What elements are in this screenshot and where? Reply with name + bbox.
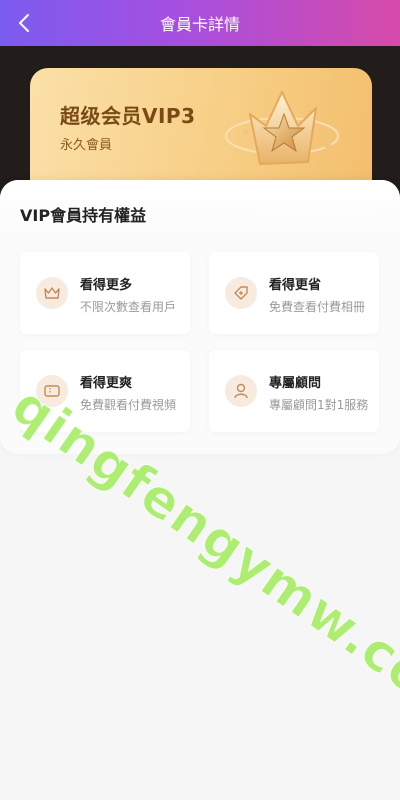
benefit-title: 看得更爽 bbox=[80, 376, 133, 391]
benefit-save-more[interactable]: 看得更省 免費查看付費相冊 bbox=[209, 252, 379, 334]
back-button[interactable] bbox=[4, 3, 44, 43]
advisor-icon bbox=[225, 375, 257, 407]
top-bar: 會員卡詳情 bbox=[0, 0, 400, 46]
benefits-title: VIP會員持有權益 bbox=[20, 206, 147, 225]
benefit-title: 專屬顧問 bbox=[269, 376, 322, 391]
benefit-title: 看得更多 bbox=[80, 278, 133, 293]
benefit-title: 看得更省 bbox=[269, 278, 322, 293]
vip-duration-label: 永久會員 bbox=[60, 138, 113, 153]
benefit-watch-more[interactable]: 看得更爽 免費觀看付費視頻 bbox=[20, 350, 190, 432]
benefit-description: 不限次數查看用戶 bbox=[80, 300, 177, 314]
benefit-exclusive-advisor[interactable]: 專屬顧問 專屬顧問1對1服務 bbox=[209, 350, 379, 432]
benefit-see-more[interactable]: 看得更多 不限次數查看用戶 bbox=[20, 252, 190, 334]
page-title: 會員卡詳情 bbox=[159, 15, 240, 34]
tag-icon bbox=[225, 277, 257, 309]
vip-level-title: 超级会员VIP3 bbox=[60, 104, 196, 128]
benefit-description: 免費查看付費相冊 bbox=[269, 300, 366, 314]
benefits-panel: VIP會員持有權益 看得更多 不限次數查看用戶 看得更省 免費查看付費相冊 看得… bbox=[0, 180, 400, 454]
chevron-left-icon bbox=[19, 14, 29, 32]
benefit-description: 免費觀看付費視頻 bbox=[80, 398, 177, 412]
benefit-description: 專屬顧問1對1服務 bbox=[269, 398, 369, 412]
crown-icon bbox=[36, 277, 68, 309]
crown-star-emblem bbox=[220, 74, 360, 184]
ticket-icon bbox=[36, 375, 68, 407]
